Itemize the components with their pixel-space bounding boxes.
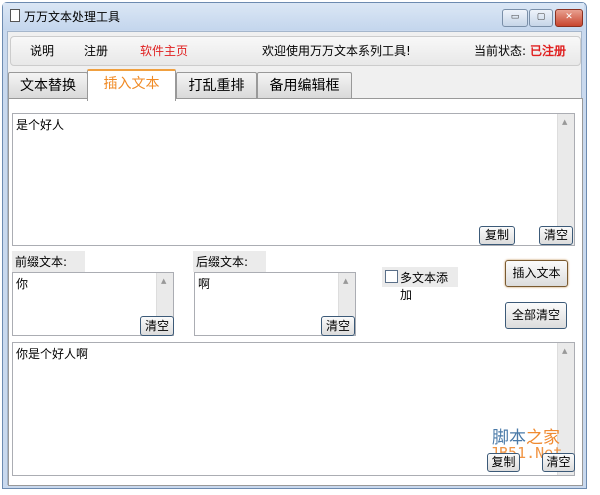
multi-text-label: 多文本添加 — [400, 271, 449, 302]
app-icon — [10, 9, 20, 22]
minimize-button[interactable]: ▭ — [502, 9, 528, 27]
scroll-up-icon: ▲ — [562, 118, 568, 126]
menu-homepage[interactable]: 软件主页 — [140, 42, 188, 59]
status-value: 已注册 — [530, 44, 567, 58]
result-text: 你是个好人啊 — [16, 347, 89, 361]
scroll-up-icon: ▲ — [161, 277, 167, 285]
tab-insert-text[interactable]: 插入文本 — [87, 69, 176, 101]
menu-register[interactable]: 注册 — [84, 42, 108, 59]
prefix-text: 你 — [16, 277, 29, 291]
clear-all-button[interactable]: 全部清空 — [505, 302, 567, 329]
clear-suffix-button[interactable]: 清空 — [321, 316, 355, 336]
clear-source-button[interactable]: 清空 — [539, 226, 573, 245]
multi-text-option[interactable]: 多文本添加 — [382, 267, 458, 302]
tab-shuffle[interactable]: 打乱重排 — [176, 72, 257, 99]
tab-text-replace[interactable]: 文本替换 — [8, 72, 88, 99]
suffix-label: 后缀文本: — [193, 251, 266, 272]
scroll-up-icon: ▲ — [562, 347, 568, 355]
prefix-label: 前缀文本: — [12, 251, 85, 272]
clear-prefix-button[interactable]: 清空 — [140, 316, 174, 336]
clear-result-button[interactable]: 清空 — [542, 453, 575, 472]
welcome-text: 欢迎使用万万文本系列工具! — [262, 44, 411, 58]
tab-backup-editor[interactable]: 备用编辑框 — [257, 72, 352, 99]
scroll-up-icon: ▲ — [343, 277, 349, 285]
multi-text-checkbox[interactable] — [385, 270, 398, 283]
maximize-button[interactable]: ▢ — [529, 9, 553, 27]
close-button[interactable]: ✕ — [555, 9, 583, 27]
insert-text-button[interactable]: 插入文本 — [505, 260, 568, 287]
copy-result-button[interactable]: 复制 — [487, 453, 520, 472]
window-title: 万万文本处理工具 — [24, 10, 121, 24]
menu-help[interactable]: 说明 — [30, 42, 54, 59]
status-label: 当前状态: — [474, 44, 527, 58]
copy-source-button[interactable]: 复制 — [479, 226, 515, 245]
source-text: 是个好人 — [16, 118, 65, 132]
suffix-text: 啊 — [198, 277, 211, 291]
